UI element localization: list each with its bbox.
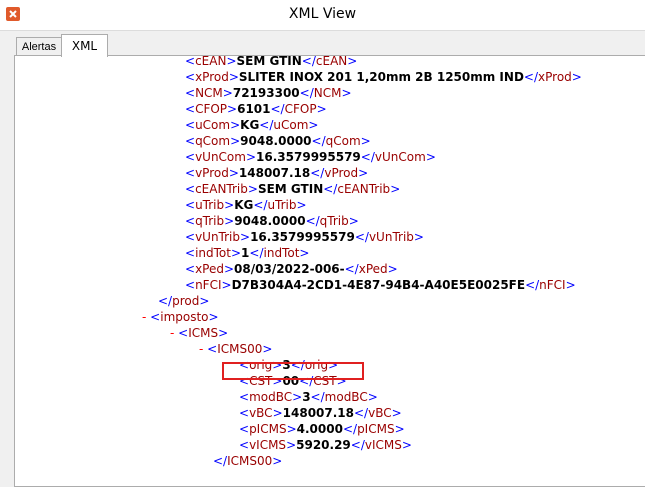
xml-line-xProd: <xProd>SLITER INOX 201 1,20mm 2B 1250mm … xyxy=(185,70,582,84)
tab-xml[interactable]: XML xyxy=(61,34,108,57)
window-title: XML View xyxy=(288,6,357,22)
xml-line-cEAN: <cEAN>SEM GTIN</cEAN> xyxy=(185,55,358,68)
xml-line-uTrib: <uTrib>KG</uTrib> xyxy=(185,198,307,212)
xml-line-vICMS: <vICMS>5920.29</vICMS> xyxy=(239,438,412,452)
xml-line-pICMS: <pICMS>4.0000</pICMS> xyxy=(239,422,405,436)
xml-line-modBC: <modBC>3</modBC> xyxy=(239,390,378,404)
xml-line-vProd: <vProd>148007.18</vProd> xyxy=(185,166,369,180)
xml-node-icms00[interactable]: - <ICMS00> xyxy=(199,341,272,357)
xml-line-vUnTrib: <vUnTrib>16.3579995579</vUnTrib> xyxy=(185,230,424,244)
xml-close-prod: </prod> xyxy=(158,294,210,308)
xml-tree[interactable]: <cEAN>SEM GTIN</cEAN> <xProd>SLITER INOX… xyxy=(15,56,645,486)
xml-line-qCom: <qCom>9048.0000</qCom> xyxy=(185,134,371,148)
highlight-box-orig xyxy=(222,362,364,380)
xml-node-icms[interactable]: - <ICMS> xyxy=(170,325,228,341)
xml-line-xPed: <xPed>08/03/2022-006-</xPed> xyxy=(185,262,398,276)
xml-line-vUnCom: <vUnCom>16.3579995579</vUnCom> xyxy=(185,150,436,164)
title-bar: XML View xyxy=(0,0,645,31)
xml-line-qTrib: <qTrib>9048.0000</qTrib> xyxy=(185,214,359,228)
xml-line-uCom: <uCom>KG</uCom> xyxy=(185,118,319,132)
xml-line-vBC: <vBC>148007.18</vBC> xyxy=(239,406,402,420)
xml-line-CFOP: <CFOP>6101</CFOP> xyxy=(185,102,327,116)
xml-line-cEANTrib: <cEANTrib>SEM GTIN</cEANTrib> xyxy=(185,182,401,196)
tab-strip: Alertas XML xyxy=(0,31,645,57)
tab-alertas[interactable]: Alertas xyxy=(16,37,62,56)
xml-line-indTot: <indTot>1</indTot> xyxy=(185,246,310,260)
xml-line-nFCI: <nFCI>D7B304A4-2CD1-4E87-94B4-A40E5E0025… xyxy=(185,278,576,292)
xml-close-icms00: </ICMS00> xyxy=(213,454,283,468)
xml-node-imposto[interactable]: - <imposto> xyxy=(142,309,219,325)
xml-view-panel[interactable]: <cEAN>SEM GTIN</cEAN> <xProd>SLITER INOX… xyxy=(14,55,645,487)
xml-line-NCM: <NCM>72193300</NCM> xyxy=(185,86,352,100)
